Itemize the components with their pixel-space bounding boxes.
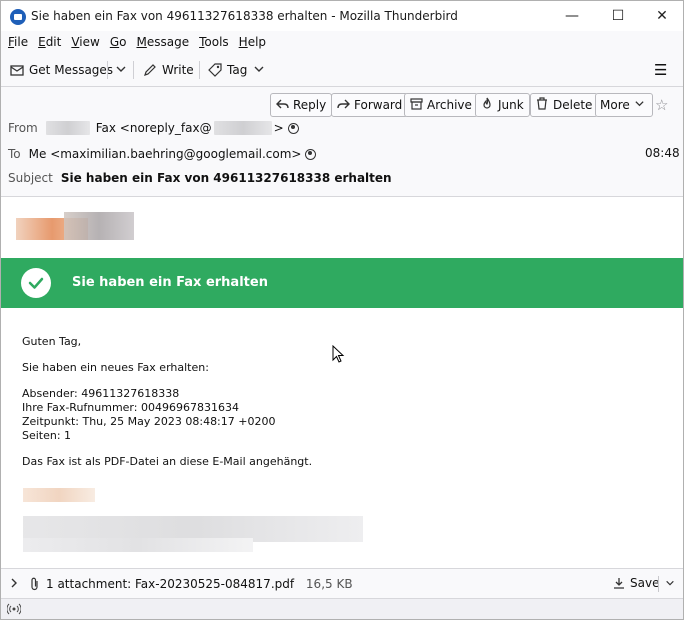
forward-label: Forward [354, 98, 403, 112]
from-address[interactable]: Fax <noreply_fax@ [96, 121, 212, 135]
message-time: 08:48 [645, 146, 680, 160]
fax-number-text: Ihre Fax-Rufnummer: 00496967831634 [22, 401, 239, 414]
timestamp-text: Zeitpunkt: Thu, 25 May 2023 08:48:17 +02… [22, 415, 276, 428]
subject-row: Subject Sie haben ein Fax von 4961132761… [8, 171, 392, 185]
from-row: From Fax <noreply_fax@ > [8, 121, 299, 135]
message-body: Sie haben ein Fax erhalten Guten Tag, Si… [1, 198, 683, 568]
junk-label: Junk [498, 98, 524, 112]
to-label: To [8, 147, 21, 161]
pencil-icon [143, 63, 157, 77]
more-label: More [600, 98, 630, 112]
pages-text: Seiten: 1 [22, 429, 72, 442]
contact-icon[interactable] [287, 122, 299, 134]
get-messages-label: Get Messages [29, 63, 114, 77]
attachment-summary[interactable]: 1 attachment: Fax-20230525-084817.pdf 16… [46, 577, 353, 591]
get-messages-button[interactable]: Get Messages [10, 59, 113, 81]
menu-tools[interactable]: Tools [195, 35, 233, 49]
tag-icon [208, 63, 222, 77]
banner-text: Sie haben ein Fax erhalten [72, 275, 268, 290]
from-label: From [8, 121, 38, 135]
archive-button[interactable]: Archive [404, 93, 478, 117]
intro-text: Sie haben ein neues Fax erhalten: [22, 361, 209, 374]
more-button[interactable]: More [595, 93, 653, 117]
get-messages-dropdown[interactable] [114, 59, 133, 81]
toolbar-separator [107, 61, 108, 79]
thunderbird-logo-icon [10, 9, 26, 25]
redacted-footer [23, 538, 253, 552]
forward-icon [336, 98, 350, 113]
menu-message[interactable]: Message [132, 35, 193, 49]
tag-button[interactable]: Tag [208, 59, 271, 81]
redacted-sender-domain [213, 121, 272, 135]
subject-value: Sie haben ein Fax von 49611327618338 erh… [60, 171, 392, 185]
junk-button[interactable]: Junk [475, 93, 530, 117]
attachment-name: 1 attachment: Fax-20230525-084817.pdf [46, 577, 295, 591]
attachment-note-text: Das Fax ist als PDF-Datei an diese E-Mai… [22, 455, 313, 468]
delete-button[interactable]: Delete [530, 93, 599, 117]
separator [658, 576, 659, 592]
toolbar-separator [133, 61, 134, 79]
online-status-icon[interactable] [6, 603, 22, 618]
archive-icon [409, 97, 423, 113]
status-bar [1, 598, 683, 619]
greeting-text: Guten Tag, [22, 335, 82, 348]
paperclip-icon [30, 577, 40, 594]
chevron-down-icon [633, 98, 647, 112]
menu-help[interactable]: Help [235, 35, 270, 49]
attachment-size: 16,5 KB [305, 577, 353, 591]
download-icon [10, 63, 24, 77]
save-attachment-button[interactable]: Save [613, 576, 659, 590]
message-header: Reply Forward Archive Junk Delete More ☆… [1, 87, 683, 197]
star-icon[interactable]: ☆ [655, 96, 668, 114]
window-title: Sie haben ein Fax von 49611327618338 erh… [31, 9, 458, 23]
delete-label: Delete [553, 98, 593, 112]
forward-button[interactable]: Forward [331, 93, 409, 117]
trash-icon [535, 97, 549, 113]
thunderbird-window: Sie haben ein Fax von 49611327618338 erh… [0, 0, 684, 620]
reply-button[interactable]: Reply [270, 93, 333, 117]
menu-bar: File Edit View Go Message Tools Help [1, 31, 683, 53]
subject-label: Subject [8, 171, 53, 185]
main-toolbar: Get Messages Write Tag ☰ [1, 53, 683, 87]
menu-go[interactable]: Go [106, 35, 131, 49]
toolbar-separator [199, 61, 200, 79]
tag-label: Tag [227, 63, 248, 77]
redacted-signature [23, 488, 95, 502]
flame-icon [480, 97, 494, 113]
app-menu-button[interactable]: ☰ [654, 59, 667, 81]
checkmark-icon [21, 268, 51, 298]
archive-label: Archive [427, 98, 472, 112]
sender-text: Absender: 49611327618338 [22, 387, 180, 400]
to-address[interactable]: Me <maximilian.baehring@googlemail.com> [29, 147, 302, 161]
maximize-button[interactable]: ☐ [595, 1, 641, 31]
download-icon [614, 578, 624, 589]
chevron-down-icon [114, 63, 128, 77]
menu-file[interactable]: File [4, 35, 32, 49]
mouse-cursor-icon [332, 345, 345, 363]
chevron-down-icon [252, 63, 266, 77]
write-label: Write [162, 63, 194, 77]
reply-label: Reply [293, 98, 327, 112]
write-button[interactable]: Write [143, 59, 194, 81]
menu-edit[interactable]: Edit [34, 35, 65, 49]
redacted-sender-name [45, 121, 90, 135]
save-dropdown-icon[interactable] [665, 577, 675, 591]
reply-icon [275, 98, 289, 113]
fax-received-banner: Sie haben ein Fax erhalten [1, 258, 683, 308]
save-label: Save [630, 576, 660, 590]
close-button[interactable]: ✕ [639, 1, 684, 31]
attachment-bar: 1 attachment: Fax-20230525-084817.pdf 16… [1, 568, 683, 598]
from-address-end: > [273, 121, 284, 135]
minimize-button[interactable]: — [549, 1, 595, 31]
title-bar: Sie haben ein Fax von 49611327618338 erh… [1, 1, 683, 31]
menu-view[interactable]: View [67, 35, 103, 49]
redacted-logo [16, 208, 136, 246]
to-row: To Me <maximilian.baehring@googlemail.co… [8, 147, 317, 161]
expand-attachments-icon[interactable] [9, 577, 19, 592]
contact-icon[interactable] [305, 148, 317, 160]
